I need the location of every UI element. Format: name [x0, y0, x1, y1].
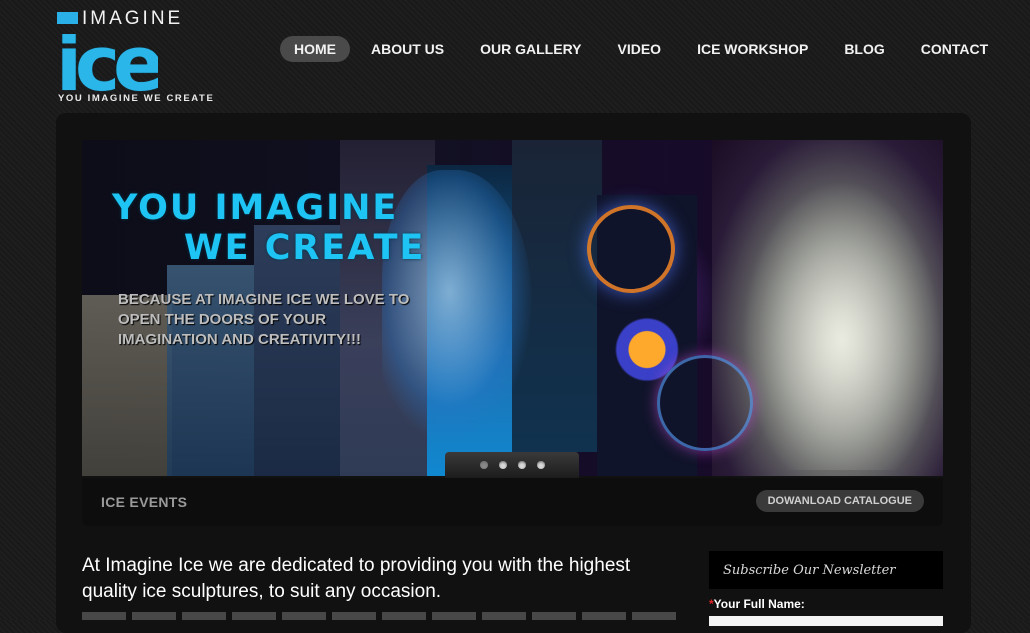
full-name-label-text: Your Full Name:	[713, 597, 805, 611]
slide-headline-line1: YOU IMAGINE	[112, 188, 399, 228]
nav-video[interactable]: VIDEO	[604, 36, 676, 62]
ice-ganesha-sculpture-image	[742, 180, 942, 470]
light-bubble-image	[587, 205, 675, 293]
events-label[interactable]: ICE EVENTS	[101, 494, 187, 510]
nav-about-us[interactable]: ABOUT US	[357, 36, 458, 62]
hero-slider[interactable]: YOU IMAGINE WE CREATE BECAUSE AT IMAGINE…	[82, 140, 943, 476]
logo-tagline: YOU IMAGINE WE CREATE	[58, 93, 215, 104]
main-navigation: HOME ABOUT US OUR GALLERY VIDEO ICE WORK…	[280, 36, 1010, 62]
slider-dot-1[interactable]	[479, 461, 488, 469]
nav-our-gallery[interactable]: OUR GALLERY	[466, 36, 595, 62]
newsletter-header: Subscribe Our Newsletter	[709, 551, 943, 589]
slide-headline: YOU IMAGINE WE CREATE	[112, 188, 425, 268]
logo-accent-bar	[57, 12, 78, 24]
slider-pagination	[445, 452, 579, 478]
events-bar: ICE EVENTS DOWANLOAD CATALOGUE	[82, 478, 943, 526]
nav-contact[interactable]: CONTACT	[907, 36, 1002, 62]
logo-top-word: IMAGINE	[82, 8, 184, 29]
intro-text-cutoff	[82, 612, 682, 620]
light-bubble-image	[657, 355, 753, 451]
full-name-input[interactable]	[709, 616, 943, 626]
slider-dot-4[interactable]	[536, 461, 545, 469]
nav-blog[interactable]: BLOG	[830, 36, 898, 62]
nav-home[interactable]: HOME	[280, 36, 350, 62]
download-catalogue-button[interactable]: DOWANLOAD CATALOGUE	[755, 490, 924, 512]
site-logo[interactable]: IMAGINE ice YOU IMAGINE WE CREATE	[56, 8, 236, 108]
full-name-label: *Your Full Name:	[709, 597, 805, 611]
logo-main-word: ice	[56, 34, 158, 96]
slide-subtext: BECAUSE AT IMAGINE ICE WE LOVE TO OPEN T…	[118, 291, 410, 348]
newsletter-title: Subscribe Our Newsletter	[723, 563, 896, 578]
intro-text: At Imagine Ice we are dedicated to provi…	[82, 555, 631, 602]
nav-ice-workshop[interactable]: ICE WORKSHOP	[683, 36, 822, 62]
slider-dot-2[interactable]	[498, 461, 507, 469]
slider-dot-3[interactable]	[517, 461, 526, 469]
slide-headline-line2: WE CREATE	[184, 228, 426, 268]
